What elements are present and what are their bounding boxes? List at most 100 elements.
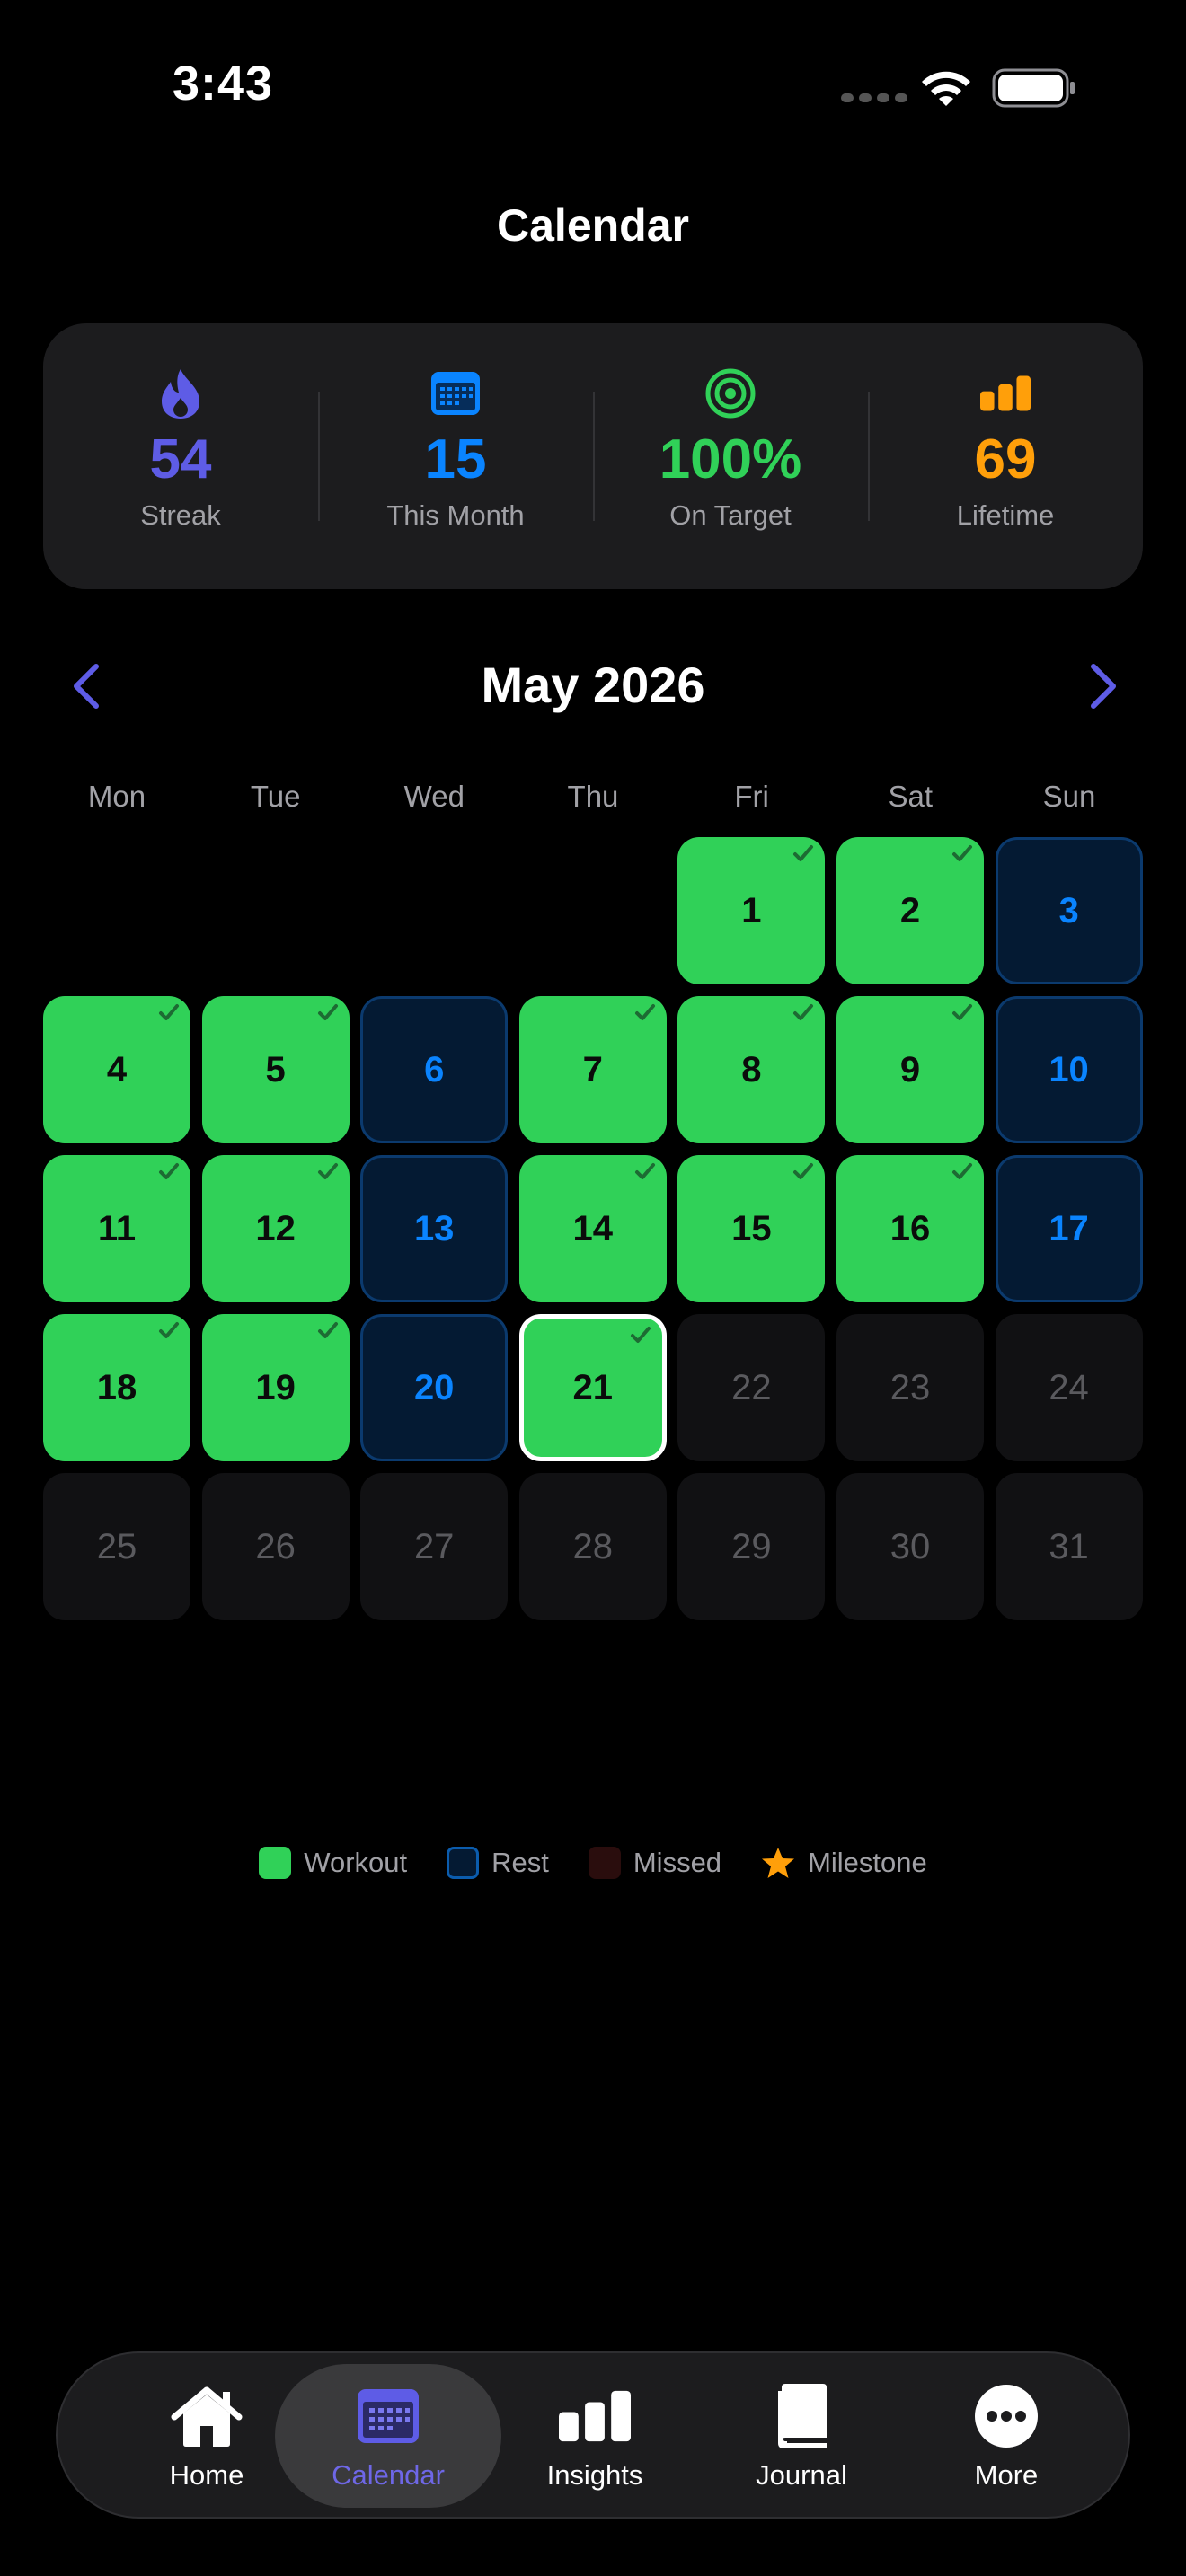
next-month-button[interactable] bbox=[1075, 657, 1132, 715]
stat-target-label: On Target bbox=[669, 499, 792, 531]
bar-chart-icon bbox=[559, 2382, 631, 2450]
day-cell-9[interactable]: 9 bbox=[836, 996, 984, 1143]
stat-on-target: 100% On Target bbox=[593, 323, 868, 589]
day-cell-31[interactable]: 31 bbox=[995, 1473, 1143, 1620]
weekday-label: Mon bbox=[87, 780, 146, 813]
day-cell-10[interactable]: 10 bbox=[995, 996, 1143, 1143]
day-cell-12[interactable]: 12 bbox=[201, 1155, 350, 1302]
day-number: 4 bbox=[106, 1049, 128, 1090]
checkmark-icon bbox=[793, 1163, 814, 1179]
empty-day-cell bbox=[360, 837, 508, 984]
day-cell-13[interactable]: 13 bbox=[360, 1155, 509, 1302]
empty-day-cell bbox=[43, 837, 190, 984]
calendar-icon bbox=[430, 368, 481, 419]
day-cell-22[interactable]: 22 bbox=[677, 1314, 826, 1461]
book-icon bbox=[766, 2382, 837, 2450]
house-icon bbox=[171, 2382, 243, 2450]
status-bar: 3:43 bbox=[0, 0, 1186, 171]
day-cell-16[interactable]: 16 bbox=[836, 1155, 984, 1302]
weekday-label: Sun bbox=[1042, 780, 1096, 813]
day-cell-29[interactable]: 29 bbox=[677, 1473, 826, 1620]
legend-milestone-label: Milestone bbox=[808, 1847, 927, 1878]
day-cell-2[interactable]: 2 bbox=[836, 837, 984, 984]
tab-insights-label: Insights bbox=[546, 2459, 643, 2491]
checkmark-icon bbox=[317, 1163, 338, 1179]
checkmark-icon bbox=[793, 1004, 814, 1020]
checkmark-icon bbox=[317, 1004, 338, 1020]
day-cell-27[interactable]: 27 bbox=[360, 1473, 509, 1620]
day-cell-14[interactable]: 14 bbox=[518, 1155, 667, 1302]
day-cell-21[interactable]: 21 bbox=[518, 1314, 667, 1461]
day-number: 9 bbox=[899, 1049, 921, 1090]
tab-insights[interactable]: Insights bbox=[489, 2364, 701, 2508]
weekday-header: Mon Tue Wed Thu Fri Sat Sun bbox=[43, 780, 1143, 814]
stat-lifetime: 69 Lifetime bbox=[868, 323, 1143, 589]
legend-workout: Workout bbox=[259, 1847, 407, 1879]
stat-month-label: This Month bbox=[386, 499, 525, 531]
checkmark-icon bbox=[793, 845, 814, 861]
flame-icon bbox=[155, 368, 206, 419]
stat-this-month: 15 This Month bbox=[318, 323, 593, 589]
tab-journal[interactable]: Journal bbox=[695, 2364, 907, 2508]
bar-chart-icon bbox=[980, 368, 1031, 419]
tab-journal-label: Journal bbox=[756, 2459, 847, 2491]
legend-rest-label: Rest bbox=[491, 1847, 549, 1878]
weekday-label: Tue bbox=[250, 780, 301, 813]
day-cell-5[interactable]: 5 bbox=[201, 996, 350, 1143]
day-number: 26 bbox=[255, 1526, 296, 1566]
checkmark-icon bbox=[159, 1322, 179, 1338]
day-number: 20 bbox=[413, 1367, 455, 1407]
day-number: 31 bbox=[1049, 1526, 1089, 1566]
day-cell-8[interactable]: 8 bbox=[677, 996, 826, 1143]
day-cell-3[interactable]: 3 bbox=[995, 837, 1143, 984]
stats-card: 54 Streak 15 This Month 100% On Target 6… bbox=[43, 323, 1143, 589]
weekday-label: Wed bbox=[403, 780, 465, 813]
weekday-label: Sat bbox=[888, 780, 934, 813]
stat-streak-label: Streak bbox=[140, 499, 221, 531]
day-number: 15 bbox=[731, 1208, 772, 1248]
day-cell-17[interactable]: 17 bbox=[995, 1155, 1143, 1302]
page-title: Calendar bbox=[497, 200, 689, 251]
day-number: 19 bbox=[255, 1367, 296, 1407]
day-number: 14 bbox=[572, 1208, 614, 1248]
status-time: 3:43 bbox=[173, 57, 274, 110]
tab-more-label: More bbox=[974, 2459, 1039, 2491]
day-cell-1[interactable]: 1 bbox=[677, 837, 826, 984]
tab-calendar-label: Calendar bbox=[332, 2459, 445, 2491]
chevron-right-icon bbox=[1091, 664, 1116, 709]
wifi-icon bbox=[922, 71, 970, 106]
day-number: 8 bbox=[741, 1049, 762, 1090]
day-cell-20[interactable]: 20 bbox=[360, 1314, 509, 1461]
day-cell-18[interactable]: 18 bbox=[43, 1314, 190, 1461]
day-cell-30[interactable]: 30 bbox=[836, 1473, 984, 1620]
stat-streak-value: 54 bbox=[149, 428, 212, 490]
weekday-label: Fri bbox=[734, 780, 769, 813]
day-number: 28 bbox=[572, 1526, 614, 1566]
stat-lifetime-label: Lifetime bbox=[956, 499, 1055, 531]
day-cell-28[interactable]: 28 bbox=[518, 1473, 667, 1620]
day-cell-25[interactable]: 25 bbox=[43, 1473, 190, 1620]
day-cell-15[interactable]: 15 bbox=[677, 1155, 826, 1302]
day-cell-24[interactable]: 24 bbox=[995, 1314, 1143, 1461]
day-number: 24 bbox=[1049, 1367, 1089, 1407]
day-cell-4[interactable]: 4 bbox=[43, 996, 190, 1143]
legend-missed-label: Missed bbox=[633, 1847, 722, 1878]
day-cell-7[interactable]: 7 bbox=[518, 996, 667, 1143]
tab-calendar[interactable]: Calendar bbox=[275, 2364, 501, 2508]
day-number: 25 bbox=[96, 1526, 137, 1566]
tab-more[interactable]: More bbox=[900, 2364, 1112, 2508]
day-cell-6[interactable]: 6 bbox=[360, 996, 509, 1143]
checkmark-icon bbox=[630, 1327, 651, 1343]
day-cell-19[interactable]: 19 bbox=[201, 1314, 350, 1461]
tab-bar: Home Calendar Insights Journal More bbox=[56, 2351, 1130, 2519]
day-cell-11[interactable]: 11 bbox=[43, 1155, 190, 1302]
day-number: 3 bbox=[1058, 890, 1079, 931]
battery-icon bbox=[992, 68, 1075, 108]
checkmark-icon bbox=[159, 1163, 179, 1179]
day-number: 13 bbox=[413, 1208, 455, 1248]
day-cell-26[interactable]: 26 bbox=[201, 1473, 350, 1620]
workout-swatch bbox=[259, 1847, 292, 1879]
stat-target-value: 100% bbox=[659, 428, 802, 490]
day-cell-23[interactable]: 23 bbox=[836, 1314, 984, 1461]
day-number: 23 bbox=[890, 1367, 931, 1407]
